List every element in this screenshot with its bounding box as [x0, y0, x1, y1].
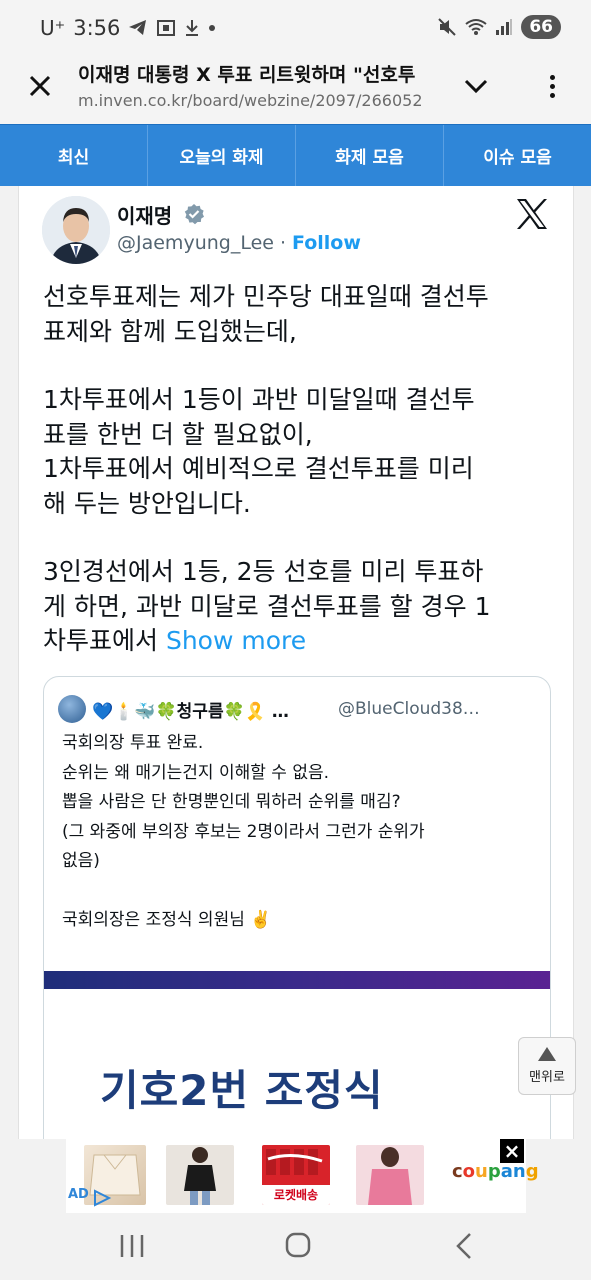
rocket-delivery-badge: 로켓배송 [262, 1185, 330, 1205]
quote-author-handle: @BlueCloud38… [338, 699, 480, 719]
quote-author-name: 💙🕯️🐳🍀청구름🍀🎗️ … [92, 701, 289, 722]
x-logo-icon[interactable] [515, 198, 549, 230]
ad-product-image[interactable] [166, 1145, 234, 1205]
ad-product-image[interactable] [356, 1145, 424, 1205]
quote-avatar [58, 695, 86, 723]
quote-image[interactable]: 기호2번 조정식 [44, 971, 550, 1146]
scroll-to-top-label: 맨위로 [529, 1070, 565, 1085]
quote-line: 뽑을 사람은 단 한명뿐인데 뭐하러 순위를 매김? [62, 792, 401, 812]
recent-apps-icon [120, 1235, 144, 1257]
clock: 3:56 [73, 16, 121, 40]
brand-letter: o [462, 1161, 476, 1182]
quoted-tweet[interactable]: 💙🕯️🐳🍀청구름🍀🎗️ … @BlueCloud38… 국회의장 투표 완료. … [43, 676, 551, 1146]
tab-topic-collection[interactable]: 화제 모음 [296, 125, 444, 186]
download-icon [186, 20, 199, 36]
ad-label: AD [68, 1187, 89, 1202]
handle-separator: · [279, 232, 287, 254]
image-header-bar [44, 971, 550, 989]
brand-letter: a [500, 1161, 513, 1182]
site-nav: 최신 오늘의 화제 화제 모음 이슈 모음 [0, 124, 591, 186]
ad-product-image[interactable]: 로켓배송 [262, 1145, 330, 1205]
brand-letter: c [452, 1161, 463, 1182]
page-url[interactable]: m.inven.co.kr/board/webzine/2097/266052 [78, 91, 434, 110]
quote-line: 국회의장 투표 완료. [62, 733, 204, 753]
quote-line: 순위는 왜 매기는건지 이해할 수 없음. [62, 762, 330, 783]
embedded-tweet: 이재명 @Jaemyung_Lee · Follow 선호투표제는 제가 민주당… [18, 186, 574, 1146]
tweet-paragraph: 3인경선에서 1등, 2등 선호를 미리 투표하 게 하면, 과반 미달로 결선… [43, 555, 553, 659]
verified-badge-icon [184, 204, 204, 225]
quote-text: 국회의장 투표 완료. 순위는 왜 매기는건지 이해할 수 없음. 뽑을 사람은… [62, 729, 538, 935]
chevron-down-icon [464, 79, 488, 94]
ad-close-button[interactable]: × [500, 1139, 524, 1163]
brand-letter: n [512, 1161, 526, 1182]
recent-apps-button[interactable] [112, 1229, 152, 1263]
back-button[interactable] [446, 1229, 486, 1263]
dot-icon [209, 25, 216, 31]
tweet-paragraph: 선호투표제는 제가 민주당 대표일때 결선투 표제와 함께 도입했는데, [43, 282, 489, 346]
brand-letter: p [487, 1161, 501, 1182]
ad-content[interactable]: 로켓배송 coupang AD [66, 1139, 539, 1213]
mute-icon [438, 18, 457, 36]
tab-latest[interactable]: 최신 [0, 125, 148, 186]
brand-letter: u [475, 1161, 488, 1182]
scroll-to-top-button[interactable]: 맨위로 [518, 1037, 576, 1095]
home-icon [285, 1232, 311, 1258]
quote-line: 국회의장은 조정식 의원님 ✌️ [62, 909, 272, 930]
close-icon [29, 75, 51, 97]
status-bar: U⁺ 3:56 66 [0, 0, 591, 56]
brand-letter: g [525, 1161, 539, 1182]
page-title: 이재명 대통령 X 투표 리트윗하며 "선호투 [78, 64, 416, 86]
author-handle[interactable]: @Jaemyung_Lee [117, 232, 274, 254]
follow-button[interactable]: Follow [292, 232, 361, 254]
ad-brand-logo[interactable]: coupang [452, 1161, 539, 1182]
back-icon [456, 1233, 471, 1259]
more-dot-icon [549, 74, 555, 80]
home-button[interactable] [278, 1229, 318, 1263]
browser-toolbar: 이재명 대통령 X 투표 리트윗하며 "선호투 m.inven.co.kr/bo… [0, 56, 591, 124]
telegram-icon [129, 20, 147, 35]
more-options-button[interactable] [536, 68, 568, 104]
tweet-text: 선호투표제는 제가 민주당 대표일때 결선투 표제와 함께 도입했는데, 1차투… [43, 280, 553, 659]
more-dot-icon [549, 92, 555, 98]
tab-today-topics[interactable]: 오늘의 화제 [148, 125, 296, 186]
tweet-paragraph: 1차투표에서 1등이 과반 미달일때 결선투 표를 한번 더 할 필요없이, 1… [43, 385, 475, 518]
battery-level: 66 [521, 15, 561, 39]
screenshot-icon [157, 20, 176, 36]
close-button[interactable] [22, 68, 58, 104]
avatar[interactable] [42, 196, 110, 264]
show-more-link[interactable]: Show more [166, 626, 306, 655]
image-caption: 기호2번 조정식 [100, 1066, 384, 1115]
quote-line: (그 와중에 부의장 후보는 2명이라서 그런가 순위가 [62, 821, 425, 842]
carrier-label: U⁺ [40, 16, 66, 40]
tab-issue-collection[interactable]: 이슈 모음 [444, 125, 591, 186]
arrow-up-icon [538, 1047, 556, 1061]
expand-button[interactable] [460, 70, 492, 102]
quote-line: 없음) [62, 851, 100, 871]
ad-choices-icon[interactable] [92, 1189, 112, 1207]
wifi-icon [465, 19, 487, 35]
author-name[interactable]: 이재명 [117, 200, 172, 229]
signal-icon [496, 19, 513, 35]
more-dot-icon [549, 83, 555, 89]
system-navigation-bar [0, 1213, 591, 1280]
